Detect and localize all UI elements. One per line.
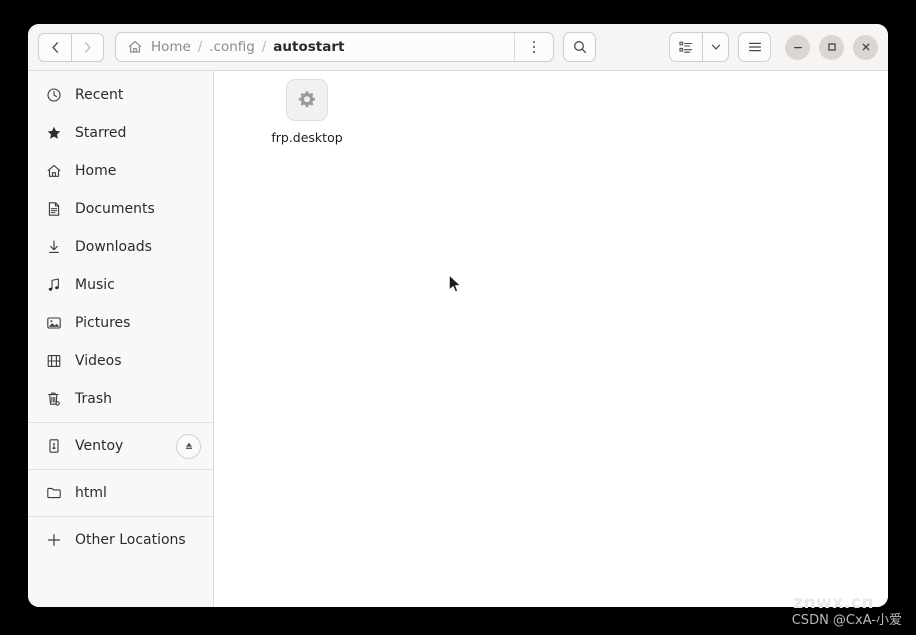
music-note-icon bbox=[45, 277, 62, 294]
sidebar-item-label: Downloads bbox=[75, 239, 152, 255]
header-right-controls bbox=[669, 32, 878, 62]
sidebar-item-recent[interactable]: Recent bbox=[28, 76, 213, 114]
path-options-button[interactable] bbox=[514, 33, 553, 61]
eject-button[interactable] bbox=[176, 433, 201, 459]
maximize-icon bbox=[827, 43, 836, 51]
sidebar-item-ventoy[interactable]: Ventoy bbox=[28, 427, 213, 465]
sidebar-item-label: Documents bbox=[75, 201, 155, 217]
breadcrumb: Home / .config / autostart bbox=[116, 33, 514, 61]
film-icon bbox=[45, 353, 62, 370]
watermark-author: CSDN @CxA-小爱 bbox=[791, 613, 902, 628]
sidebar: Recent Starred Home Documents Downloads … bbox=[28, 71, 214, 607]
image-icon bbox=[45, 315, 62, 332]
sidebar-item-trash[interactable]: Trash bbox=[28, 380, 213, 418]
sidebar-separator bbox=[28, 469, 213, 470]
search-icon bbox=[573, 41, 586, 54]
sidebar-item-videos[interactable]: Videos bbox=[28, 342, 213, 380]
download-icon bbox=[45, 239, 62, 256]
document-icon bbox=[45, 201, 62, 218]
minimize-icon bbox=[793, 47, 802, 49]
list-view-icon bbox=[679, 41, 693, 53]
chevron-left-icon bbox=[52, 41, 58, 53]
usb-drive-icon bbox=[45, 438, 62, 455]
sidebar-item-home[interactable]: Home bbox=[28, 152, 213, 190]
file-item[interactable]: frp.desktop bbox=[260, 79, 354, 146]
breadcrumb-separator: / bbox=[197, 39, 203, 55]
chevron-right-icon bbox=[84, 41, 91, 53]
sidebar-item-label: Trash bbox=[75, 391, 112, 407]
sidebar-separator bbox=[28, 516, 213, 517]
sidebar-item-label: Home bbox=[75, 163, 117, 179]
breadcrumb-item-autostart[interactable]: autostart bbox=[273, 39, 344, 55]
plus-icon bbox=[45, 532, 62, 549]
sidebar-item-label: Starred bbox=[75, 125, 127, 141]
desktop-background: Home / .config / autostart Recent Starre… bbox=[0, 0, 916, 635]
sidebar-item-documents[interactable]: Documents bbox=[28, 190, 213, 228]
chevron-down-icon bbox=[711, 44, 720, 50]
sidebar-item-label: Videos bbox=[75, 353, 122, 369]
sidebar-item-label: Music bbox=[75, 277, 115, 293]
sidebar-item-label: Ventoy bbox=[75, 438, 124, 454]
view-button-group bbox=[669, 32, 729, 62]
sidebar-item-label: html bbox=[75, 485, 107, 501]
eject-icon bbox=[185, 442, 192, 449]
sidebar-separator bbox=[28, 422, 213, 423]
breadcrumb-pathbar: Home / .config / autostart bbox=[115, 32, 554, 62]
maximize-button[interactable] bbox=[819, 34, 844, 60]
back-button[interactable] bbox=[38, 32, 71, 62]
clock-icon bbox=[45, 87, 62, 104]
view-options-dropdown-button[interactable] bbox=[702, 32, 729, 62]
sidebar-item-label: Other Locations bbox=[75, 532, 186, 548]
sidebar-item-pictures[interactable]: Pictures bbox=[28, 304, 213, 342]
file-grid-view[interactable]: frp.desktop bbox=[214, 71, 888, 607]
sidebar-item-label: Recent bbox=[75, 87, 124, 103]
main-menu-button[interactable] bbox=[738, 32, 771, 62]
window-headerbar: Home / .config / autostart bbox=[28, 24, 888, 71]
home-icon bbox=[45, 163, 62, 180]
file-manager-window: Home / .config / autostart Recent Starre… bbox=[28, 24, 888, 607]
window-body: Recent Starred Home Documents Downloads … bbox=[28, 71, 888, 607]
breadcrumb-item-config[interactable]: .config bbox=[209, 39, 255, 55]
vertical-dots-icon bbox=[532, 40, 536, 54]
forward-button[interactable] bbox=[71, 32, 104, 62]
gear-icon bbox=[286, 79, 328, 121]
close-button[interactable] bbox=[853, 34, 878, 60]
folder-icon bbox=[45, 485, 62, 502]
breadcrumb-separator: / bbox=[261, 39, 267, 55]
sidebar-item-label: Pictures bbox=[75, 315, 131, 331]
search-button[interactable] bbox=[563, 32, 596, 62]
sidebar-item-starred[interactable]: Starred bbox=[28, 114, 213, 152]
close-icon bbox=[862, 43, 869, 51]
navigation-button-group bbox=[38, 32, 104, 62]
sidebar-item-other-locations[interactable]: Other Locations bbox=[28, 521, 213, 559]
minimize-button[interactable] bbox=[785, 34, 810, 60]
sidebar-item-music[interactable]: Music bbox=[28, 266, 213, 304]
star-icon bbox=[45, 125, 62, 142]
list-view-button[interactable] bbox=[669, 32, 702, 62]
trash-icon bbox=[45, 391, 62, 408]
breadcrumb-item-home[interactable]: Home bbox=[151, 39, 191, 55]
sidebar-item-downloads[interactable]: Downloads bbox=[28, 228, 213, 266]
sidebar-item-html[interactable]: html bbox=[28, 474, 213, 512]
home-icon bbox=[127, 39, 143, 55]
window-controls bbox=[785, 34, 878, 60]
hamburger-icon bbox=[748, 42, 761, 52]
file-name-label: frp.desktop bbox=[271, 130, 343, 145]
